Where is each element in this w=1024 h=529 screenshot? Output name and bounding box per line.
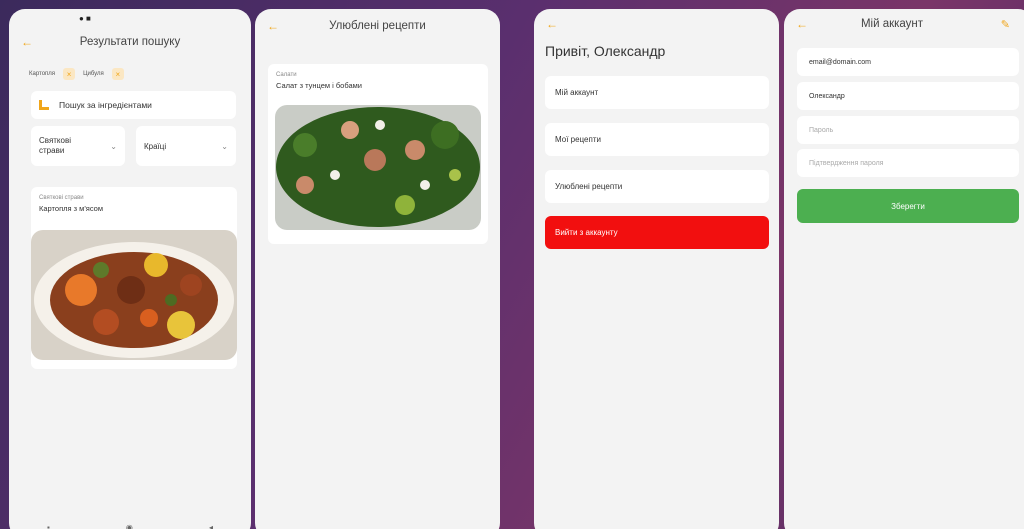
ingredient-icon [39,100,49,110]
filter-chip-label: Картопля [29,71,56,77]
recipe-card[interactable]: Салати Салат з тунцем і бобами [268,64,488,244]
email-field[interactable]: email@domain.com [797,48,1019,76]
back-icon[interactable]: ◂ [209,523,213,529]
recipe-category: Святкові страви [39,195,84,201]
search-results-screen: ● ■ ← Результати пошуку Картопля × Цибул… [9,9,251,529]
close-icon[interactable]: × [63,68,76,80]
recipe-image [275,105,481,230]
category-select-value: Святкові страви [39,136,71,155]
name-field[interactable]: Олександр [797,82,1019,110]
menu-item-favorites[interactable]: Улюблені рецепти [545,170,769,203]
country-select-value: Країці [144,141,167,151]
status-bar: ● ■ [79,14,91,23]
page-title: Мій аккаунт [860,18,924,30]
active-filters: Картопля × Цибуля × [29,68,124,80]
arrow-left-icon[interactable]: ← [796,17,808,31]
password-field[interactable]: Пароль [797,116,1019,144]
system-navbar: ▪ ◉ ◂ [9,515,251,529]
home-icon[interactable]: ◉ [126,523,133,529]
menu-item-my-recipes[interactable]: Мої рецепти [545,123,769,156]
arrow-left-icon[interactable]: ← [267,19,279,33]
profile-screen: ← Привіт, Олександр Мій аккаунт Мої реце… [534,9,779,529]
close-icon[interactable]: × [111,68,124,80]
page-title: Результати пошуку [79,36,181,48]
favorites-appbar: ← Улюблені рецепти [255,11,500,41]
recipe-name: Картопля з м'ясом [39,204,103,213]
arrow-left-icon[interactable]: ← [21,35,33,49]
confirm-password-field[interactable]: Підтвердження пароля [797,149,1019,177]
favorites-screen: ← Улюблені рецепти Салати Салат з тунцем… [255,9,500,529]
ingredient-search-button[interactable]: Пошук за інгредієнтами [31,91,236,119]
recipe-category: Салати [276,72,297,78]
search-appbar: ← Результати пошуку [9,27,251,57]
filter-chip-label: Цибуля [83,71,104,77]
country-select[interactable]: Країці ⌄ [136,126,236,166]
account-screen: ← Мій аккаунт ✎ email@domain.com Олексан… [784,9,1024,529]
recipe-image [31,230,237,360]
recent-apps-icon[interactable]: ▪ [47,523,50,529]
password-placeholder: Пароль [809,126,834,134]
arrow-left-icon[interactable]: ← [546,17,558,31]
recipe-name: Салат з тунцем і бобами [276,81,362,90]
menu-item-my-account[interactable]: Мій аккаунт [545,76,769,109]
confirm-password-placeholder: Підтвердження пароля [809,159,884,167]
account-appbar: ← Мій аккаунт ✎ [784,9,1024,39]
ingredient-search-label: Пошук за інгредієнтами [59,100,152,110]
chevron-down-icon: ⌄ [110,141,117,151]
logout-button[interactable]: Вийти з аккаунту [545,216,769,249]
greeting-heading: Привіт, Олександр [545,43,666,59]
chevron-down-icon: ⌄ [221,141,228,151]
pencil-icon[interactable]: ✎ [1001,18,1010,31]
recipe-card[interactable]: Святкові страви Картопля з м'ясом [31,187,237,369]
category-select[interactable]: Святкові страви ⌄ [31,126,125,166]
save-button[interactable]: Зберегти [797,189,1019,223]
page-title: Улюблені рецепти [329,20,426,32]
